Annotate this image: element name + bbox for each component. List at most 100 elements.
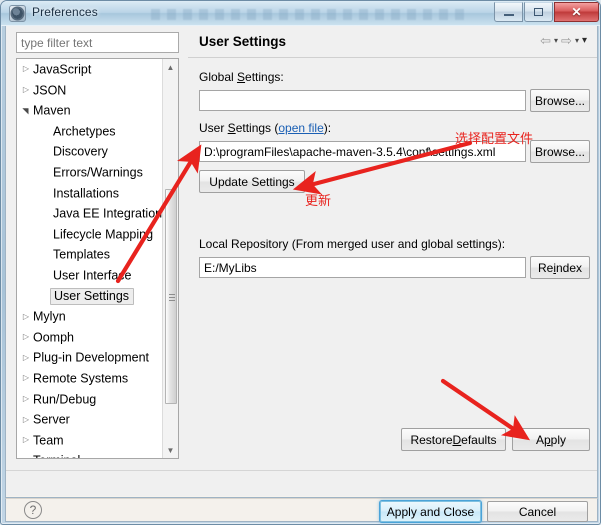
- tree-item-oomph[interactable]: ▷ Oomph: [17, 327, 163, 348]
- maximize-button[interactable]: [524, 2, 553, 22]
- preferences-gear-icon: [9, 5, 26, 22]
- dialog-content-area: ▷JavaScript▷JSON◢MavenArchetypesDiscover…: [6, 26, 597, 488]
- restore-defaults-post: efaults: [461, 432, 497, 447]
- tree-item-label: Server: [33, 412, 70, 427]
- scroll-down-icon[interactable]: ▼: [163, 442, 178, 458]
- user-settings-label-mnemonic: S: [227, 121, 236, 135]
- page-title: User Settings: [199, 34, 287, 49]
- restore-defaults-mnemonic: D: [452, 432, 462, 447]
- apply-mnemonic: p: [543, 432, 551, 447]
- tree-item-errors-warnings[interactable]: Errors/Warnings: [17, 162, 163, 183]
- tree-item-plug-in-development[interactable]: ▷ Plug-in Development: [17, 347, 163, 368]
- tree-item-label: Mylyn: [33, 309, 66, 324]
- user-settings-browse-button[interactable]: Browse...: [530, 140, 590, 163]
- tree-item-lifecycle-mapping[interactable]: Lifecycle Mapping: [17, 224, 163, 245]
- user-settings-label-mid: ettings (: [235, 121, 279, 135]
- tree-item-label: Maven: [33, 103, 71, 118]
- tree-item-label: Plug-in Development: [33, 350, 150, 365]
- scrollbar-grip-icon: [169, 293, 175, 301]
- tree-item-label: Team: [33, 433, 64, 448]
- tree-item-label: Templates: [53, 247, 110, 262]
- chevron-right-icon[interactable]: ▷: [19, 368, 33, 389]
- chevron-down-icon[interactable]: ◢: [17, 104, 36, 118]
- tree-item-terminal[interactable]: ▷Terminal: [17, 450, 163, 458]
- tree-item-label: User Settings: [50, 287, 135, 305]
- chevron-right-icon[interactable]: ▷: [19, 451, 33, 458]
- vertical-scrollbar-thumb[interactable]: [165, 189, 177, 404]
- reindex-label-post: ndex: [555, 260, 583, 275]
- scroll-up-icon[interactable]: ▲: [163, 59, 178, 75]
- chevron-right-icon[interactable]: ▷: [19, 430, 33, 451]
- chevron-right-icon[interactable]: ▷: [19, 410, 33, 431]
- tree-item-json[interactable]: ▷ JSON: [17, 80, 163, 101]
- tree-item-label: Remote Systems: [33, 371, 129, 386]
- settings-page: User Settings ⇦ ▾ ⇨ ▾ ▾ Global Settings:: [188, 26, 597, 470]
- tree-item-javascript[interactable]: ▷ JavaScript: [17, 59, 163, 80]
- global-settings-input[interactable]: [199, 90, 526, 111]
- page-menu-chevron-down-icon[interactable]: ▾: [582, 35, 587, 46]
- window-frame: Preferences ✕ ▷JavaScript▷JSON◢MavenArch…: [0, 0, 601, 525]
- cancel-button[interactable]: Cancel: [487, 501, 588, 522]
- tree-item-team[interactable]: ▷ Team: [17, 430, 163, 451]
- page-header: User Settings ⇦ ▾ ⇨ ▾ ▾: [188, 26, 597, 58]
- forward-history-chevron-down-icon[interactable]: ▾: [575, 36, 579, 45]
- minimize-icon: [503, 14, 514, 16]
- tree-vertical-scrollbar[interactable]: ▲ ▼: [162, 59, 178, 458]
- apply-post: ply: [550, 432, 567, 447]
- page-nav-controls: ⇦ ▾ ⇨ ▾ ▾: [540, 34, 587, 47]
- forward-arrow-icon[interactable]: ⇨: [561, 34, 572, 47]
- chevron-right-icon[interactable]: ▷: [19, 389, 33, 410]
- user-settings-label-post: ):: [323, 121, 332, 135]
- tree-item-installations[interactable]: Installations: [17, 183, 163, 204]
- title-bar[interactable]: Preferences ✕: [1, 1, 600, 26]
- open-file-link[interactable]: open file: [278, 121, 323, 135]
- tree-item-label: Installations: [53, 185, 120, 200]
- global-settings-label-post: ettings:: [245, 70, 284, 84]
- apply-button[interactable]: Ap ply: [512, 428, 590, 451]
- help-question-icon[interactable]: ?: [24, 501, 42, 519]
- user-settings-label-pre: User: [199, 121, 228, 135]
- back-arrow-icon[interactable]: ⇦: [540, 34, 551, 47]
- tree-item-label: Lifecycle Mapping: [53, 227, 154, 242]
- tree-item-label: JSON: [33, 83, 67, 97]
- apply-and-close-button[interactable]: Apply and Close: [380, 501, 481, 522]
- tree-item-archetypes[interactable]: Archetypes: [17, 121, 163, 142]
- local-repository-input[interactable]: [199, 257, 526, 278]
- global-settings-label-pre: Global: [199, 70, 238, 84]
- tree-item-user-settings[interactable]: User Settings: [17, 286, 163, 307]
- global-settings-label-mnemonic: S: [237, 70, 246, 84]
- title-bar-backdrop: [151, 9, 471, 20]
- user-settings-label: User Settings (open file):: [199, 121, 331, 135]
- tree-item-label: Archetypes: [53, 124, 116, 139]
- tree-item-mylyn[interactable]: ▷ Mylyn: [17, 306, 163, 327]
- annotation-text-select-config-file: 选择配置文件: [455, 132, 534, 147]
- close-button[interactable]: ✕: [554, 2, 599, 22]
- tree-item-label: User Interface: [53, 268, 132, 283]
- chevron-right-icon[interactable]: ▷: [19, 80, 33, 101]
- tree-item-user-interface[interactable]: User Interface: [17, 265, 163, 286]
- update-settings-button[interactable]: Update Settings: [199, 170, 305, 193]
- chevron-right-icon[interactable]: ▷: [19, 348, 33, 369]
- tree-item-java-ee-integration[interactable]: Java EE Integration: [17, 203, 163, 224]
- annotation-text-update: 更新: [305, 194, 332, 209]
- chevron-right-icon[interactable]: ▷: [19, 307, 33, 328]
- apply-pre: A: [535, 432, 544, 447]
- tree-item-server[interactable]: ▷ Server: [17, 409, 163, 430]
- chevron-right-icon[interactable]: ▷: [19, 327, 33, 348]
- tree-item-label: JavaScript: [33, 62, 92, 77]
- preferences-tree[interactable]: ▷ JavaScript ▷ JSON ◢ Maven Archetypes Discover…: [16, 58, 179, 459]
- global-settings-browse-button[interactable]: Browse...: [530, 89, 590, 112]
- restore-defaults-button[interactable]: Restore Defaults: [401, 428, 506, 451]
- tree-item-templates[interactable]: Templates: [17, 244, 163, 265]
- minimize-button[interactable]: [494, 2, 523, 22]
- tree-item-discovery[interactable]: Discovery: [17, 141, 163, 162]
- back-history-chevron-down-icon[interactable]: ▾: [554, 36, 558, 45]
- tree-item-maven[interactable]: ◢ Maven: [17, 100, 163, 121]
- tree-item-label: Errors/Warnings: [53, 165, 143, 180]
- tree-item-label: Run/Debug: [33, 391, 97, 406]
- tree-item-run-debug[interactable]: ▷ Run/Debug: [17, 389, 163, 410]
- reindex-button[interactable]: Re i ndex: [530, 256, 590, 279]
- tree-item-remote-systems[interactable]: ▷ Remote Systems: [17, 368, 163, 389]
- filter-input[interactable]: [16, 32, 179, 53]
- chevron-right-icon[interactable]: ▷: [19, 59, 33, 80]
